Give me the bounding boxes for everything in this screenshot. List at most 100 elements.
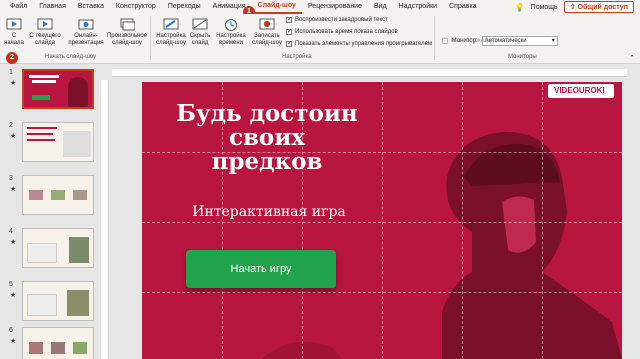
from-current-button[interactable]: С текущего слайда (27, 18, 63, 47)
slide-thumbnails-pane: 1 ★ 2 ★ 3 ★ 4 ★ 5 ★ 6 ★ (0, 65, 98, 359)
from-start-label: С начала (4, 33, 24, 46)
check-mark-icon: ✓ (286, 17, 293, 23)
thumb-number: 6 (9, 327, 13, 334)
slide-thumbnail[interactable] (22, 175, 94, 215)
online-presentation-icon (78, 19, 94, 30)
slide-thumbnail[interactable] (22, 228, 94, 268)
checkbox-icon (442, 38, 448, 44)
online-presentation-button[interactable]: Онлайн-презентация (66, 18, 106, 47)
thumb-number: 1 (9, 69, 13, 76)
group-monitors-label: Мониторы (508, 54, 537, 60)
slide-thumbnail[interactable] (22, 327, 94, 359)
guide-line (142, 222, 622, 223)
presenter-view-checkbox[interactable]: Режим докладчика (442, 38, 504, 44)
tab-file[interactable]: Файл (4, 0, 33, 14)
collapse-ribbon-icon[interactable]: ⌃ (629, 54, 635, 62)
hide-slide-icon (192, 18, 208, 30)
custom-slideshow-button[interactable]: Произвольное слайд-шоу (107, 18, 147, 47)
animation-star-icon: ★ (10, 338, 17, 345)
thumb-image (51, 190, 65, 200)
tell-me[interactable]: Помощь (531, 4, 558, 11)
check-mark-icon: ✓ (286, 41, 293, 47)
thumb-number: 5 (9, 281, 13, 288)
tab-slideshow[interactable]: Слайд-шоу (251, 0, 302, 14)
thumb-button (32, 95, 50, 100)
share-button[interactable]: ⇧ Общий доступ (563, 1, 634, 13)
thumb-image (73, 190, 87, 200)
slide-subtitle[interactable]: Интерактивная игра (164, 204, 374, 220)
custom-slideshow-icon (120, 18, 135, 31)
setup-slideshow-icon (163, 18, 179, 30)
record-label: Записать слайд-шоу (252, 33, 282, 46)
guide-line (542, 82, 543, 359)
animation-star-icon: ★ (10, 133, 17, 140)
from-start-button[interactable]: С начала (3, 18, 25, 47)
app-window: Файл Главная Вставка Конструктор Переход… (0, 0, 640, 359)
guide-line (462, 82, 463, 359)
thumb-text-line (27, 139, 55, 141)
setup-label: Настройка слайд-шоу (156, 33, 186, 46)
thumb-image (51, 342, 65, 354)
slideshow-start-icon (6, 18, 22, 30)
hide-slide-button[interactable]: Скрыть слайд (189, 18, 211, 47)
thumb-text-line (29, 75, 59, 78)
current-slide[interactable]: VIDEOUROKI Будь достоин своих предков Ин… (142, 82, 622, 359)
tab-review[interactable]: Рецензирование (302, 0, 368, 14)
thumb-number: 3 (9, 175, 13, 182)
thumb-image (29, 190, 43, 200)
animation-star-icon: ★ (10, 80, 17, 87)
online-label: Онлайн-презентация (68, 33, 104, 46)
vertical-scrollbar[interactable] (630, 66, 640, 359)
lightbulb-icon[interactable]: 💡 (515, 3, 525, 12)
custom-label: Произвольное слайд-шоу (106, 33, 148, 46)
controls-label: Показать элементы управления проигрывате… (295, 41, 433, 47)
record-icon (259, 18, 275, 30)
thumb-image (67, 290, 89, 316)
horizontal-ruler (112, 69, 627, 77)
presenter-label: Режим докладчика (451, 38, 504, 44)
tab-home[interactable]: Главная (33, 0, 72, 14)
slide-thumbnail[interactable] (22, 69, 94, 109)
animation-star-icon: ★ (10, 186, 17, 193)
callout-badge-2: 2 (6, 52, 18, 64)
slide-thumbnail[interactable] (22, 122, 94, 162)
tab-addins[interactable]: Надстройки (393, 0, 443, 14)
thumb-image (69, 237, 89, 263)
ribbon: С начала С текущего слайда Онлайн-презен… (0, 14, 640, 64)
rehearse-label: Настройка времени (216, 33, 246, 46)
tab-view[interactable]: Вид (368, 0, 393, 14)
guide-line (142, 292, 622, 293)
menu-right: 💡 Помощь ⇧ Общий доступ (515, 1, 640, 13)
tab-design[interactable]: Конструктор (110, 0, 162, 14)
animation-star-icon: ★ (10, 239, 17, 246)
from-current-label: С текущего слайда (29, 33, 61, 46)
share-label: Общий доступ (577, 4, 628, 11)
animation-star-icon: ★ (10, 292, 17, 299)
hide-label: Скрыть слайд (189, 33, 211, 46)
thumb-number: 2 (9, 122, 13, 129)
tab-help[interactable]: Справка (443, 0, 482, 14)
thumb-text-block (27, 294, 57, 316)
tab-transitions[interactable]: Переходы (162, 0, 207, 14)
tab-insert[interactable]: Вставка (72, 0, 110, 14)
guide-line (382, 82, 383, 359)
timings-checkbox[interactable]: ✓ Использовать время показа слайдов (286, 29, 398, 35)
ribbon-separator (434, 16, 435, 60)
thumb-text-line (27, 133, 53, 135)
setup-slideshow-button[interactable]: Настройка слайд-шоу (154, 18, 188, 47)
thumb-text-line (32, 80, 56, 83)
narrations-label: Воспроизвести закадровый текст (295, 17, 388, 23)
rehearse-timings-button[interactable]: Настройка времени (214, 18, 248, 47)
slide-thumbnail[interactable] (22, 281, 94, 321)
slide-title[interactable]: Будь достоин своих предков (172, 102, 362, 174)
slideshow-current-icon (37, 18, 53, 30)
videouroki-logo: VIDEOUROKI (548, 84, 614, 98)
share-icon: ⇧ (569, 4, 578, 11)
ribbon-separator (150, 16, 151, 60)
controls-checkbox[interactable]: ✓ Показать элементы управления проигрыват… (286, 41, 432, 47)
group-setup-label: Настройка (282, 54, 312, 60)
narrations-checkbox[interactable]: ✓ Воспроизвести закадровый текст (286, 17, 388, 23)
timer-icon (225, 19, 237, 31)
start-game-button[interactable]: Начать игру (186, 250, 336, 288)
record-slideshow-button[interactable]: Записать слайд-шоу (250, 18, 284, 47)
